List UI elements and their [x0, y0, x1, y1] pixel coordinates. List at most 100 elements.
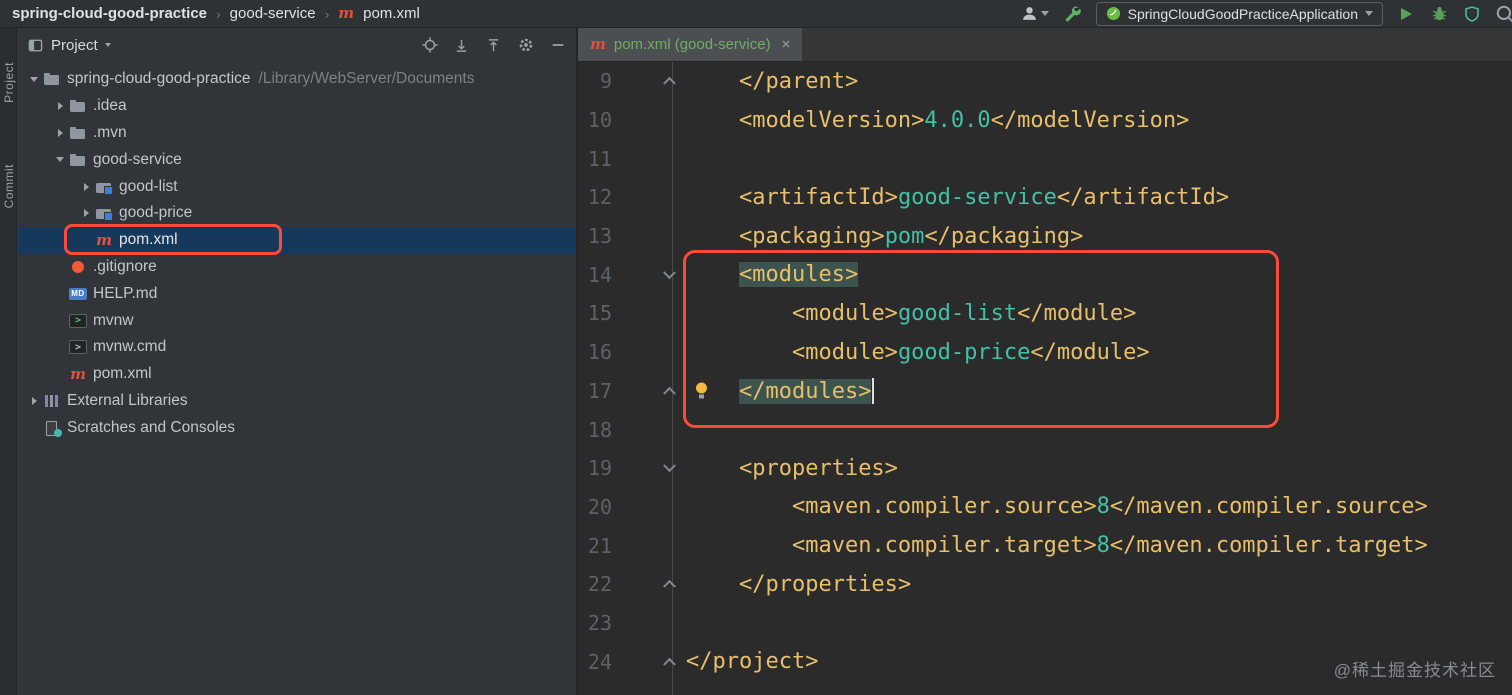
settings-gear-icon[interactable] — [517, 37, 534, 54]
gutter-cell — [612, 62, 686, 101]
code-text: <module>good-list</module> — [686, 301, 1136, 326]
chevron-down-icon[interactable] — [51, 157, 69, 163]
code-line[interactable]: 11 — [578, 139, 1512, 178]
breadcrumb-item[interactable]: spring-cloud-good-practice — [12, 5, 207, 22]
code-text: <module>good-price</module> — [686, 340, 1150, 365]
project-panel: Project spring-cloud-good-practice /Libr… — [17, 28, 578, 695]
code-line[interactable]: 20 <maven.compiler.source>8</maven.compi… — [578, 488, 1512, 527]
tree-item-label: mvnw.cmd — [93, 338, 167, 356]
chevron-down-icon[interactable] — [25, 76, 43, 82]
fold-down-icon[interactable] — [663, 266, 676, 279]
stripe-commit-button[interactable]: Commit — [2, 164, 16, 208]
search-icon[interactable] — [1495, 4, 1512, 24]
coverage-shield-icon[interactable] — [1462, 4, 1482, 24]
line-number: 15 — [587, 301, 612, 326]
run-button[interactable] — [1396, 4, 1416, 24]
tree-item[interactable]: m pom.xml — [17, 361, 576, 388]
run-configuration-select[interactable]: SpringCloudGoodPracticeApplication — [1095, 1, 1383, 26]
module-folder-icon — [95, 205, 113, 222]
editor: m pom.xml (good-service) × 9 </parent> 10… — [578, 28, 1512, 695]
code-line[interactable]: 13 <packaging>pom</packaging> — [578, 217, 1512, 256]
fold-up-icon[interactable] — [663, 580, 676, 593]
code-line[interactable]: 23 — [578, 604, 1512, 643]
code-line[interactable]: 18 — [578, 410, 1512, 449]
code-token: <artifactId> — [738, 184, 898, 210]
chevron-down-icon[interactable] — [104, 43, 111, 47]
project-panel-toolbar — [421, 37, 566, 54]
code-line[interactable]: 15 <module>good-list</module> — [578, 294, 1512, 333]
build-hammer-icon[interactable] — [1063, 4, 1083, 24]
tree-item-label: .idea — [93, 97, 127, 115]
hide-panel-icon[interactable] — [549, 37, 566, 54]
tree-item-label: mvnw — [93, 311, 134, 329]
code-text: <packaging>pom</packaging> — [686, 224, 1083, 249]
fold-up-icon[interactable] — [663, 657, 676, 671]
tree-item-label: good-service — [93, 150, 182, 168]
debug-button[interactable] — [1429, 4, 1449, 24]
code-token: good-price — [897, 339, 1031, 365]
tree-item-label: good-list — [119, 177, 178, 195]
chevron-right-icon[interactable] — [25, 396, 43, 405]
fold-down-icon[interactable] — [663, 459, 676, 473]
locate-file-icon[interactable] — [421, 37, 438, 54]
tree-item-label: pom.xml — [119, 231, 178, 249]
tree-item[interactable]: good-price — [17, 200, 576, 227]
code-token: pom — [884, 223, 925, 249]
code-token: <maven.compiler.target> — [791, 533, 1097, 559]
tree-item[interactable]: Scratches and Consoles — [17, 414, 576, 441]
tree-item[interactable]: MD HELP.md — [17, 280, 576, 307]
tree-item[interactable]: good-list — [17, 173, 576, 200]
fold-up-icon[interactable] — [663, 386, 676, 400]
code-line[interactable]: 21 <maven.compiler.target>8</maven.compi… — [578, 526, 1512, 565]
code-line[interactable]: 14 <modules> — [578, 255, 1512, 294]
editor-tab[interactable]: m pom.xml (good-service) × — [578, 28, 803, 61]
ide-window: spring-cloud-good-practice › good-service ›… — [0, 0, 1512, 695]
breadcrumb-item[interactable]: pom.xml — [363, 5, 420, 22]
line-number: 23 — [587, 610, 612, 635]
chevron-right-icon[interactable] — [77, 182, 95, 191]
line-number: 14 — [587, 262, 612, 287]
code-line[interactable]: 17 </modules> — [578, 372, 1512, 411]
code-line[interactable]: 9 </parent> — [578, 62, 1512, 101]
code-token: <packaging> — [738, 223, 885, 249]
gutter-cell — [612, 410, 686, 449]
tree-item-label: .gitignore — [93, 257, 157, 275]
line-number: 13 — [587, 224, 612, 249]
tree-item[interactable]: External Libraries — [17, 388, 576, 415]
chevron-right-icon[interactable] — [51, 102, 69, 111]
intention-bulb-icon[interactable] — [694, 382, 709, 399]
code-line[interactable]: 16 <module>good-price</module> — [578, 333, 1512, 372]
code-token: </properties> — [738, 571, 912, 597]
code-line[interactable]: 19 <properties> — [578, 449, 1512, 488]
maven-icon: m — [590, 35, 606, 53]
user-icon[interactable] — [1020, 4, 1050, 24]
chevron-right-icon[interactable] — [77, 209, 95, 218]
fold-up-icon[interactable] — [663, 77, 676, 90]
code-text: </properties> — [686, 572, 911, 597]
stripe-project-button[interactable]: Project — [2, 62, 16, 103]
code-text: <properties> — [686, 456, 898, 481]
gutter-cell — [612, 101, 686, 140]
tree-item[interactable]: > mvnw — [17, 307, 576, 334]
code-line[interactable]: 12 <artifactId>good-service</artifactId> — [578, 178, 1512, 217]
code-token: </module> — [1030, 339, 1150, 365]
collapse-all-icon[interactable] — [485, 37, 502, 54]
chevron-right-icon[interactable] — [51, 128, 69, 137]
expand-all-icon[interactable] — [453, 37, 470, 54]
close-icon[interactable]: × — [782, 36, 791, 53]
chevron-down-icon — [1365, 11, 1373, 16]
code-token: </packaging> — [924, 223, 1084, 249]
tree-item[interactable]: m pom.xml — [17, 226, 576, 254]
tree-item[interactable]: good-service — [17, 146, 576, 173]
tree-item[interactable]: .idea — [17, 93, 576, 120]
project-panel-title[interactable]: Project — [51, 37, 98, 54]
breadcrumb-item[interactable]: good-service — [230, 5, 316, 22]
tree-item[interactable]: > mvnw.cmd — [17, 334, 576, 361]
code-line[interactable]: 22 </properties> — [578, 565, 1512, 604]
code-token: <module> — [791, 339, 898, 365]
tree-item[interactable]: .mvn — [17, 120, 576, 147]
tree-item[interactable]: spring-cloud-good-practice/Library/WebSe… — [17, 66, 576, 93]
tree-item[interactable]: .gitignore — [17, 254, 576, 281]
code-line[interactable]: 10 <modelVersion>4.0.0</modelVersion> — [578, 101, 1512, 140]
line-number: 19 — [587, 456, 612, 481]
